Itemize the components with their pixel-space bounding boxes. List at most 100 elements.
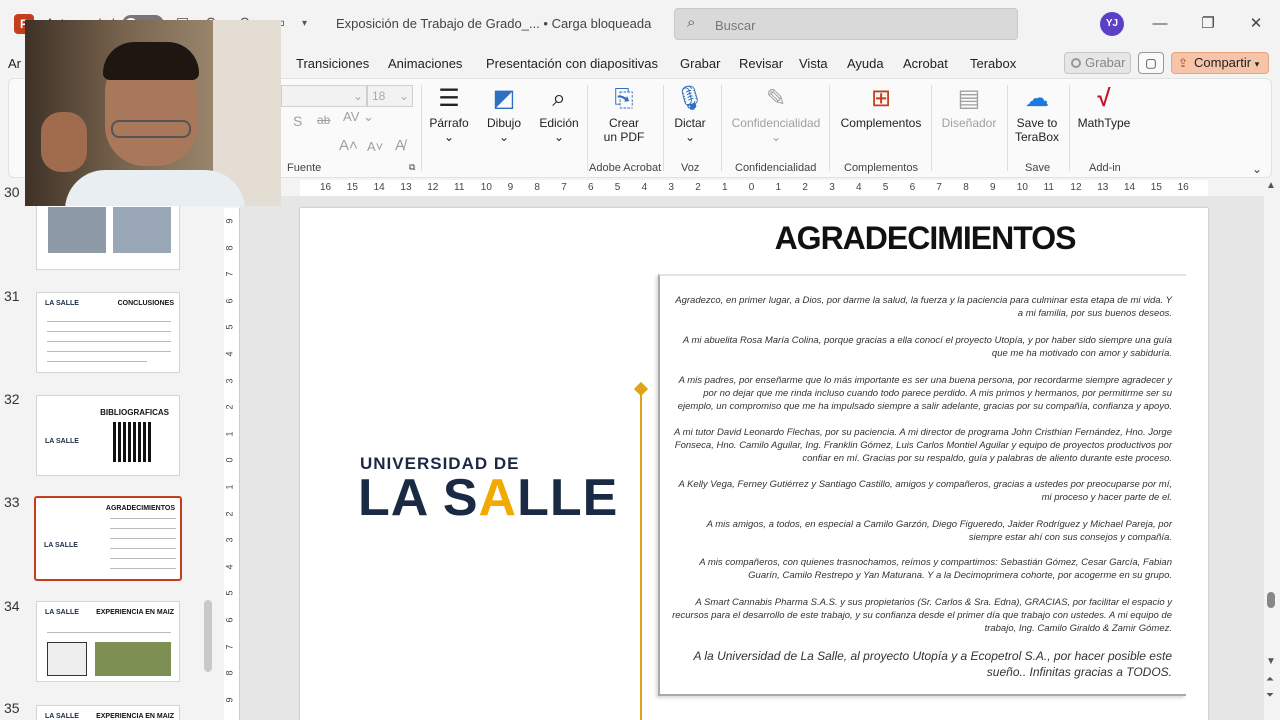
ruler-tick-label: 2 <box>802 182 808 193</box>
next-slide-icon[interactable]: ⏷ <box>1266 690 1274 701</box>
ruler-tick-label: 1 <box>224 431 235 437</box>
tab-revisar[interactable]: Revisar <box>739 56 783 71</box>
scroll-up-icon[interactable]: ▲ <box>1266 180 1276 191</box>
document-title[interactable]: Exposición de Trabajo de Grado_... • Car… <box>336 16 651 31</box>
record-button[interactable]: Grabar <box>1064 52 1131 74</box>
editing-button[interactable]: ⌕ Edición ⌄ <box>533 85 585 144</box>
group-adobe-label: Adobe Acrobat <box>589 162 662 174</box>
drawing-button[interactable]: ◩ Dibujo ⌄ <box>479 85 529 144</box>
search-box[interactable]: ⌕ Buscar <box>674 8 1018 40</box>
paragraph-label: Párrafo <box>429 116 469 130</box>
slide-thumbnail-31[interactable]: LA SALLE CONCLUSIONES <box>36 292 180 373</box>
chevron-down-icon: ⌄ <box>398 89 409 103</box>
divider <box>663 85 664 171</box>
designer-button[interactable]: ▤ Diseñador <box>935 85 1003 130</box>
ruler-tick-label: 10 <box>480 182 492 193</box>
clear-format-icon[interactable]: A̸ <box>395 137 405 154</box>
slide-canvas[interactable]: AGRADECIMIENTOS UNIVERSIDAD DE LA SALLE … <box>300 208 1208 720</box>
addins-button[interactable]: ⊞ Complementos <box>835 85 927 130</box>
divider <box>1069 85 1070 171</box>
slide-thumbnail-32[interactable]: BIBLIOGRAFICAS LA SALLE <box>36 395 180 476</box>
customize-toolbar-icon[interactable]: ▾ <box>302 18 307 29</box>
paragraph: A Kelly Vega, Ferney Gutiérrez y Santiag… <box>678 479 1172 503</box>
previous-slide-icon[interactable]: ⏶ <box>1266 674 1274 685</box>
save-to-terabox-button[interactable]: ☁ Save to TeraBox <box>1009 85 1065 144</box>
slides-scrollbar[interactable] <box>204 600 212 672</box>
drawing-icon: ◩ <box>492 85 516 112</box>
slide-thumbnail-33[interactable]: AGRADECIMIENTOS LA SALLE <box>34 496 182 581</box>
divider <box>931 85 932 171</box>
ruler-tick-label: 1 <box>775 182 782 193</box>
slide-number: 30 <box>4 184 20 200</box>
sensitivity-label: Confidencialidad <box>731 116 821 130</box>
scroll-down-icon[interactable]: ▼ <box>1266 656 1276 667</box>
ruler-tick-label: 5 <box>224 324 235 330</box>
group-addin-label: Add-in <box>1089 162 1121 174</box>
thumbnail-photo <box>48 207 106 253</box>
tab-vista[interactable]: Vista <box>799 56 828 71</box>
record-label: Grabar <box>1085 55 1126 70</box>
create-pdf-label-2: un PDF <box>603 130 645 144</box>
slide-thumbnail-34[interactable]: LA SALLE EXPERIENCIA EN MAIZ <box>36 601 180 682</box>
collapse-ribbon-icon[interactable]: ⌄ <box>1252 162 1262 176</box>
tab-ayuda[interactable]: Ayuda <box>847 56 884 71</box>
slide-title[interactable]: AGRADECIMIENTOS <box>700 220 1150 257</box>
tab-transiciones[interactable]: Transiciones <box>296 56 369 71</box>
minimize-icon[interactable]: — <box>1148 12 1172 36</box>
thumbnail-title: EXPERIENCIA EN MAIZ <box>96 713 174 720</box>
paragraph-button[interactable]: ☰ Párrafo ⌄ <box>423 85 475 144</box>
group-save-label: Save <box>1025 162 1051 174</box>
ruler-tick-label: 5 <box>224 590 235 596</box>
thumbnail-logo: LA SALLE <box>45 438 79 445</box>
comments-button[interactable]: ▢ <box>1138 52 1164 74</box>
ruler-tick-label: 6 <box>909 182 916 193</box>
tab-terabox[interactable]: Terabox <box>970 56 1016 71</box>
scroll-thumb[interactable] <box>1267 592 1275 608</box>
create-pdf-button[interactable]: ⎘ Crear un PDF <box>593 85 655 144</box>
increase-font-icon[interactable]: A˄ <box>339 137 358 154</box>
tab-grabar[interactable]: Grabar <box>680 56 720 71</box>
drawing-label: Dibujo <box>486 116 522 130</box>
avatar[interactable]: YJ <box>1100 12 1124 36</box>
strikethrough-icon[interactable]: ab <box>317 113 330 127</box>
dictate-label: Dictar <box>674 116 706 130</box>
strikethrough-s-icon[interactable]: S <box>293 113 302 129</box>
slide-number: 32 <box>4 391 20 407</box>
chevron-down-icon: ⌄ <box>443 130 455 144</box>
tab-acrobat[interactable]: Acrobat <box>903 56 948 71</box>
microphone-icon: 🎙︎ <box>674 85 706 112</box>
sensitivity-button[interactable]: ✎ Confidencialidad ⌄ <box>725 85 827 144</box>
slide-thumbnail-35[interactable]: LA SALLE EXPERIENCIA EN MAIZ <box>36 705 180 720</box>
tab-animaciones[interactable]: Animaciones <box>388 56 462 71</box>
tab-archivo[interactable]: Ar <box>8 56 21 71</box>
restore-icon[interactable]: ❐ <box>1196 12 1220 36</box>
paragraph: A la Universidad de La Salle, al proyect… <box>693 649 1173 679</box>
webcam-overlay <box>25 20 281 206</box>
paragraph: Agradezco, en primer lugar, a Dios, por … <box>675 295 1172 319</box>
share-button[interactable]: ⇪ Compartir ▾ <box>1171 52 1269 74</box>
ruler-tick-label: 7 <box>561 182 567 193</box>
chevron-down-icon: ⌄ <box>498 130 510 144</box>
editor-scrollbar[interactable]: ▲ ▼ ⏶ ⏷ <box>1266 180 1276 720</box>
dictate-button[interactable]: 🎙︎ Dictar ⌄ <box>669 85 711 144</box>
thumbnail-logo: LA SALLE <box>45 609 79 616</box>
dialog-launcher-icon[interactable]: ⧉ <box>409 162 415 173</box>
thumbnail-logo: LA SALLE <box>45 713 79 720</box>
acknowledgements-textbox[interactable]: Agradezco, en primer lugar, a Dios, por … <box>658 274 1186 696</box>
tab-presentacion[interactable]: Presentación con diapositivas <box>486 56 658 71</box>
mathtype-label: MathType <box>1077 116 1131 130</box>
thumbnail-text-line <box>47 632 171 633</box>
horizontal-ruler: 16 15 14 13 12 11 10 9 8 7 6 5 4 3 2 1 0 1 2 3 4 5 6 7 8 9 10 11 12 1… <box>300 180 1208 196</box>
close-icon[interactable]: ✕ <box>1244 12 1268 36</box>
paragraph: A mis amigos, a todos, en especial a Cam… <box>706 519 1172 543</box>
font-size-combo[interactable]: 18 ⌄ <box>367 85 413 107</box>
font-name-combo[interactable]: ⌄ <box>281 85 367 107</box>
ruler-tick-label: 4 <box>641 182 648 193</box>
decrease-font-icon[interactable]: A˅ <box>367 139 383 154</box>
slide-number: 34 <box>4 598 20 614</box>
divider-diamond <box>633 381 649 397</box>
char-spacing-icon[interactable]: AV ⌄ <box>343 109 374 125</box>
thumbnail-title: EXPERIENCIA EN MAIZ <box>96 609 174 616</box>
mathtype-button[interactable]: √ MathType <box>1073 85 1135 130</box>
slide-number: 33 <box>4 494 20 510</box>
